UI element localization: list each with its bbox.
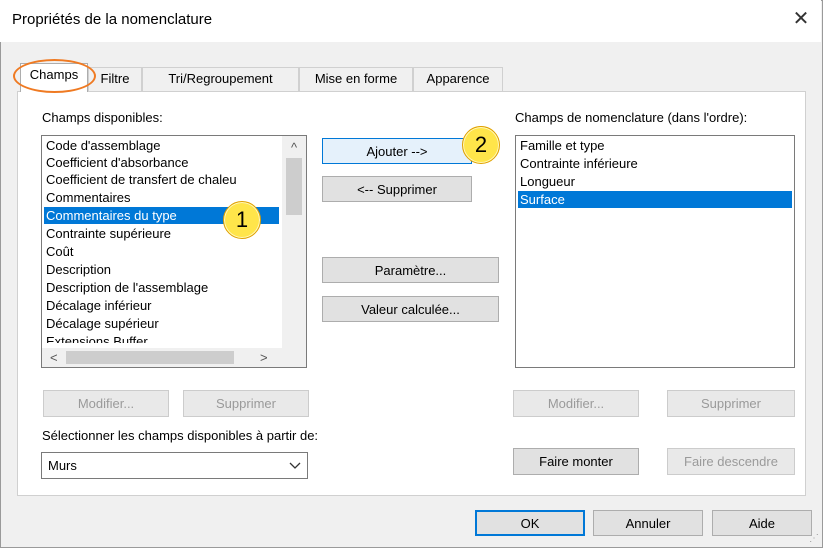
delete-field-button[interactable]: Supprimer: [667, 390, 795, 417]
select-from-label: Sélectionner les champs disponibles à pa…: [42, 428, 319, 443]
list-item[interactable]: Contrainte supérieure: [44, 225, 171, 242]
select-from-value: Murs: [48, 458, 77, 473]
scroll-right-icon[interactable]: >: [260, 348, 272, 367]
list-item[interactable]: Famille et type: [518, 137, 605, 154]
vertical-scrollbar[interactable]: ^: [282, 136, 306, 350]
highlight-ring: [13, 59, 96, 93]
tab-mise-en-forme[interactable]: Mise en forme: [299, 67, 413, 91]
list-item[interactable]: Contrainte inférieure: [518, 155, 638, 172]
schedule-fields-label: Champs de nomenclature (dans l'ordre):: [515, 110, 748, 125]
window-title: Propriétés de la nomenclature: [12, 11, 213, 28]
scroll-thumb-horizontal[interactable]: [66, 351, 234, 364]
tab-filtre[interactable]: Filtre: [88, 67, 142, 91]
edit-field-button[interactable]: Modifier...: [513, 390, 639, 417]
tab-tri-regroupement[interactable]: Tri/Regroupement: [142, 67, 299, 91]
scroll-up-icon[interactable]: ^: [282, 140, 306, 155]
list-item[interactable]: Décalage supérieur: [44, 315, 159, 332]
list-item[interactable]: Description: [44, 261, 111, 278]
list-item[interactable]: Code d'assemblage: [44, 137, 161, 154]
move-down-button[interactable]: Faire descendre: [667, 448, 795, 475]
help-button[interactable]: Aide: [712, 510, 812, 536]
list-item[interactable]: Longueur: [518, 173, 575, 190]
add-button[interactable]: Ajouter -->: [322, 138, 472, 164]
list-item-selected[interactable]: Surface: [518, 191, 792, 208]
available-fields-label: Champs disponibles:: [42, 110, 163, 125]
list-item[interactable]: Coefficient d'absorbance: [44, 154, 188, 171]
annotation-badge-1: 1: [223, 201, 261, 239]
cancel-button[interactable]: Annuler: [593, 510, 703, 536]
list-item[interactable]: Coefficient de transfert de chaleu: [44, 171, 237, 188]
schedule-fields-list[interactable]: Famille et type Contrainte inférieure Lo…: [515, 135, 795, 368]
move-up-button[interactable]: Faire monter: [513, 448, 639, 475]
tab-apparence[interactable]: Apparence: [413, 67, 503, 91]
edit-available-button[interactable]: Modifier...: [43, 390, 169, 417]
resize-grip-icon[interactable]: ⋰: [809, 533, 819, 544]
delete-available-button[interactable]: Supprimer: [183, 390, 309, 417]
list-item[interactable]: Extensions Buffer: [44, 333, 148, 343]
list-item[interactable]: Décalage inférieur: [44, 297, 152, 314]
list-item[interactable]: Coût: [44, 243, 73, 260]
annotation-badge-2: 2: [462, 126, 500, 164]
calculated-value-button[interactable]: Valeur calculée...: [322, 296, 499, 322]
parameter-button[interactable]: Paramètre...: [322, 257, 499, 283]
horizontal-scrollbar[interactable]: < >: [42, 348, 306, 367]
ok-button[interactable]: OK: [475, 510, 585, 536]
close-icon[interactable]: ✕: [788, 6, 814, 32]
chevron-down-icon[interactable]: [288, 457, 302, 473]
select-from-dropdown[interactable]: Murs: [41, 452, 308, 479]
list-item[interactable]: Description de l'assemblage: [44, 279, 208, 296]
scroll-thumb[interactable]: [286, 158, 302, 215]
remove-button[interactable]: <-- Supprimer: [322, 176, 472, 202]
available-fields-list[interactable]: Code d'assemblage Coefficient d'absorban…: [41, 135, 307, 368]
scroll-left-icon[interactable]: <: [50, 348, 62, 367]
list-item[interactable]: Commentaires: [44, 189, 131, 206]
